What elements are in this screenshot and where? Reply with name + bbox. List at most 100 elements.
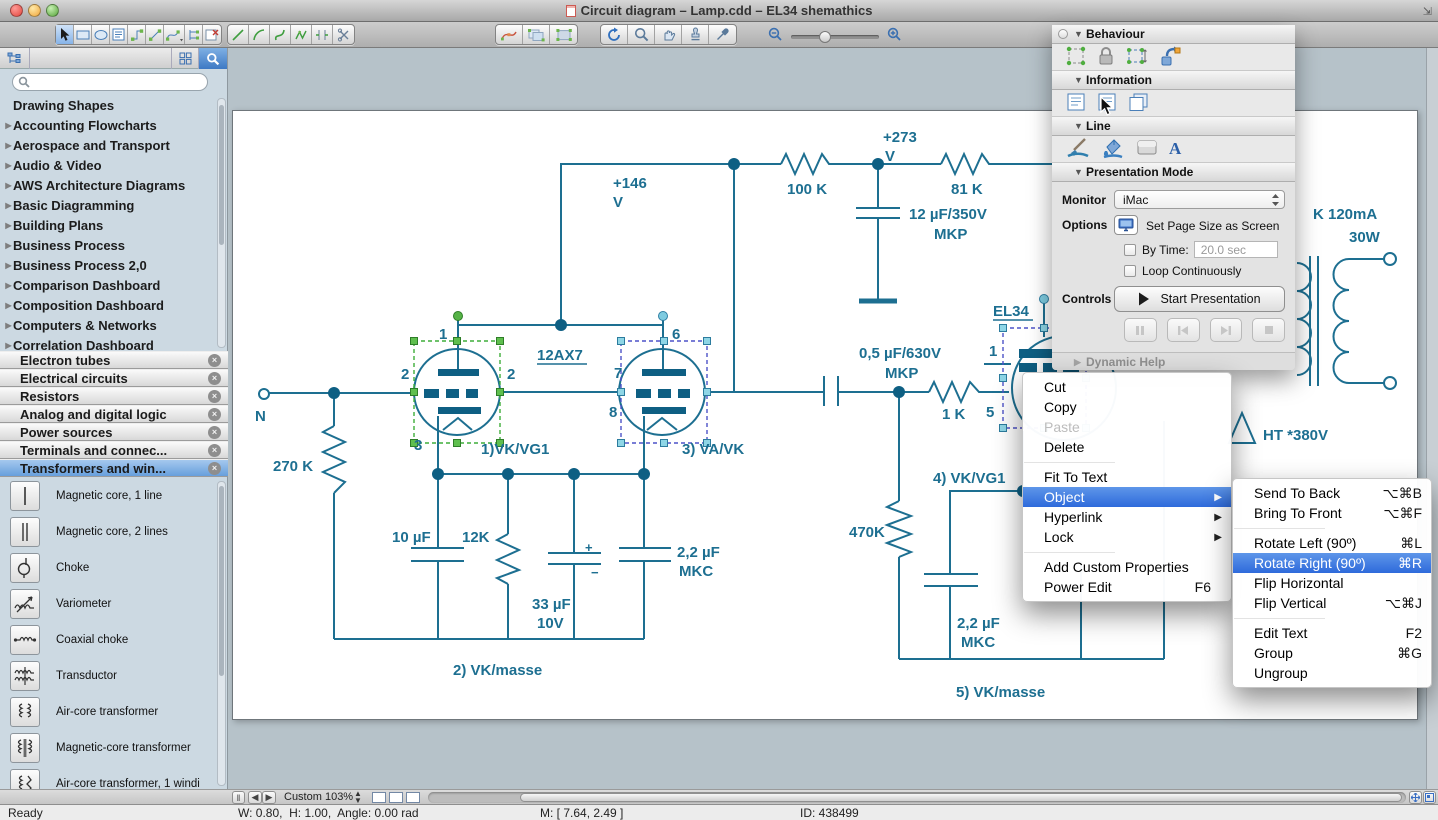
context-menu-item[interactable]: Paste: [1023, 417, 1231, 437]
ungroup-tool-button[interactable]: [550, 25, 577, 44]
pages-stack-icon[interactable]: [1128, 92, 1150, 115]
next-page-button[interactable]: [1210, 318, 1243, 342]
sidebar-category-item[interactable]: ▶ Computers & Networks: [0, 315, 219, 335]
library-section-header[interactable]: Terminals and connec... ×: [0, 441, 228, 459]
ellipse-tool-button[interactable]: [92, 25, 110, 44]
arc-draw-tool-button[interactable]: [249, 25, 270, 44]
submenu-item[interactable]: Send To Back ⌥⌘B: [1233, 483, 1431, 503]
previous-page-nav-button[interactable]: ◀: [248, 791, 262, 804]
disclosure-triangle-icon[interactable]: ▶: [0, 181, 13, 190]
start-presentation-button[interactable]: Start Presentation: [1114, 286, 1285, 312]
by-time-field[interactable]: 20.0 sec: [1194, 241, 1278, 258]
submenu-item[interactable]: Flip Vertical ⌥⌘J: [1233, 593, 1431, 613]
sidebar-category-item[interactable]: ▶ Correlation Dashboard: [0, 335, 219, 351]
sidebar-category-item[interactable]: ▶ Basic Diagramming: [0, 195, 219, 215]
disclosure-triangle-icon[interactable]: ▶: [0, 261, 13, 270]
resize-corner-icon[interactable]: ⇲: [1423, 5, 1432, 18]
disclosure-triangle-icon[interactable]: ▶: [0, 201, 13, 210]
polyline-draw-tool-button[interactable]: [291, 25, 312, 44]
disclosure-triangle-icon[interactable]: ▶: [0, 121, 13, 130]
item-scrollbar[interactable]: [217, 481, 226, 786]
context-menu-item[interactable]: Power Edit F6: [1023, 577, 1231, 597]
sidebar-category-item[interactable]: ▶ Business Process 2,0: [0, 255, 219, 275]
zoom-out-icon[interactable]: [768, 27, 783, 47]
context-menu-item[interactable]: Object ▶: [1023, 487, 1231, 507]
disclosure-triangle-icon[interactable]: ▶: [0, 141, 13, 150]
submenu-item[interactable]: Ungroup: [1233, 663, 1431, 683]
library-section-header[interactable]: Electrical circuits ×: [0, 369, 228, 387]
sidebar-category-item[interactable]: ▶ Accounting Flowcharts: [0, 115, 219, 135]
item-scrollbar-thumb[interactable]: [219, 486, 224, 676]
group-tool-button[interactable]: [523, 25, 550, 44]
library-section-header[interactable]: Electron tubes ×: [0, 351, 228, 369]
connector-behaviour-icon[interactable]: [1159, 46, 1181, 69]
pan-mode-corner-button[interactable]: [1409, 791, 1422, 804]
selection-behaviour-icon[interactable]: [1066, 46, 1086, 69]
context-menu-item[interactable]: [1023, 457, 1231, 467]
submenu-item[interactable]: [1233, 523, 1431, 533]
search-input[interactable]: [12, 73, 208, 91]
text-tool-button[interactable]: [110, 25, 128, 44]
close-section-icon[interactable]: ×: [208, 354, 221, 367]
zoom-slider-thumb[interactable]: [819, 31, 831, 43]
loop-checkbox[interactable]: [1124, 265, 1136, 277]
curve-connector-tool-button[interactable]: [164, 25, 185, 44]
close-section-icon[interactable]: ×: [208, 372, 221, 385]
page-thumbnail-1[interactable]: [372, 792, 386, 803]
close-section-icon[interactable]: ×: [208, 444, 221, 457]
submenu-item[interactable]: Rotate Left (90º) ⌘L: [1233, 533, 1431, 553]
zoom-tool-button[interactable]: [628, 25, 655, 44]
resize-behaviour-icon[interactable]: [1126, 46, 1148, 69]
select-tool-button[interactable]: [56, 25, 74, 44]
context-menu-item[interactable]: Cut: [1023, 377, 1231, 397]
line-section-header[interactable]: Line: [1052, 117, 1295, 136]
library-item[interactable]: Coaxial choke: [0, 622, 219, 658]
library-section-header[interactable]: Transformers and win... ×: [0, 459, 228, 477]
sidebar-category-item[interactable]: ▶ Building Plans: [0, 215, 219, 235]
eyedropper-tool-button[interactable]: [709, 25, 736, 44]
zoom-level-display[interactable]: Custom 103%: [284, 791, 353, 804]
category-scrollbar-thumb[interactable]: [219, 105, 224, 245]
submenu-item[interactable]: Group ⌘G: [1233, 643, 1431, 663]
library-item[interactable]: Variometer: [0, 586, 219, 622]
disclosure-triangle-icon[interactable]: ▶: [0, 341, 13, 350]
lock-icon[interactable]: [1097, 46, 1115, 69]
sidebar-category-item[interactable]: ▶ Audio & Video: [0, 155, 219, 175]
disclosure-triangle-icon[interactable]: ▶: [0, 281, 13, 290]
tree-connector-tool-button[interactable]: [185, 25, 203, 44]
divide-tool-button[interactable]: [312, 25, 333, 44]
pause-button[interactable]: [1124, 318, 1157, 342]
grid-view-tab[interactable]: [172, 48, 199, 69]
panel-knob-icon[interactable]: [1058, 29, 1068, 39]
submenu-item[interactable]: Flip Horizontal: [1233, 573, 1431, 593]
fill-swatch-icon[interactable]: [1136, 139, 1158, 160]
elbow-connector-tool-button[interactable]: [128, 25, 146, 44]
horizontal-scrollbar-thumb[interactable]: [520, 793, 1402, 802]
context-menu-item[interactable]: Copy: [1023, 397, 1231, 417]
behaviour-section-header[interactable]: Behaviour: [1052, 25, 1295, 44]
close-section-icon[interactable]: ×: [208, 462, 221, 475]
line-draw-tool-button[interactable]: [228, 25, 249, 44]
disclosure-triangle-icon[interactable]: ▶: [0, 161, 13, 170]
library-item[interactable]: Transductor: [0, 658, 219, 694]
library-section-header[interactable]: Analog and digital logic ×: [0, 405, 228, 423]
dynamic-help-section-header[interactable]: Dynamic Help: [1052, 352, 1295, 370]
close-section-icon[interactable]: ×: [208, 390, 221, 403]
line-connector-tool-button[interactable]: [146, 25, 164, 44]
context-menu-item[interactable]: Add Custom Properties: [1023, 557, 1231, 577]
submenu-item[interactable]: Rotate Right (90º) ⌘R: [1233, 553, 1431, 573]
zoom-in-icon[interactable]: [887, 27, 902, 47]
sidebar-category-item[interactable]: ▶ Comparison Dashboard: [0, 275, 219, 295]
pause-pages-button[interactable]: ‖: [232, 791, 245, 804]
sidebar-category-item[interactable]: ▶ Aerospace and Transport: [0, 135, 219, 155]
pan-hand-tool-button[interactable]: [655, 25, 682, 44]
zoom-stepper[interactable]: ▲▼: [354, 790, 362, 804]
information-section-header[interactable]: Information: [1052, 71, 1295, 90]
rotate-view-button[interactable]: [601, 25, 628, 44]
rectangle-tool-button[interactable]: [74, 25, 92, 44]
previous-page-button[interactable]: [1167, 318, 1200, 342]
sidebar-category-item[interactable]: Drawing Shapes: [0, 95, 219, 115]
page-thumbnail-3[interactable]: [406, 792, 420, 803]
context-menu-item[interactable]: Hyperlink ▶: [1023, 507, 1231, 527]
set-page-size-button[interactable]: [1114, 215, 1138, 235]
